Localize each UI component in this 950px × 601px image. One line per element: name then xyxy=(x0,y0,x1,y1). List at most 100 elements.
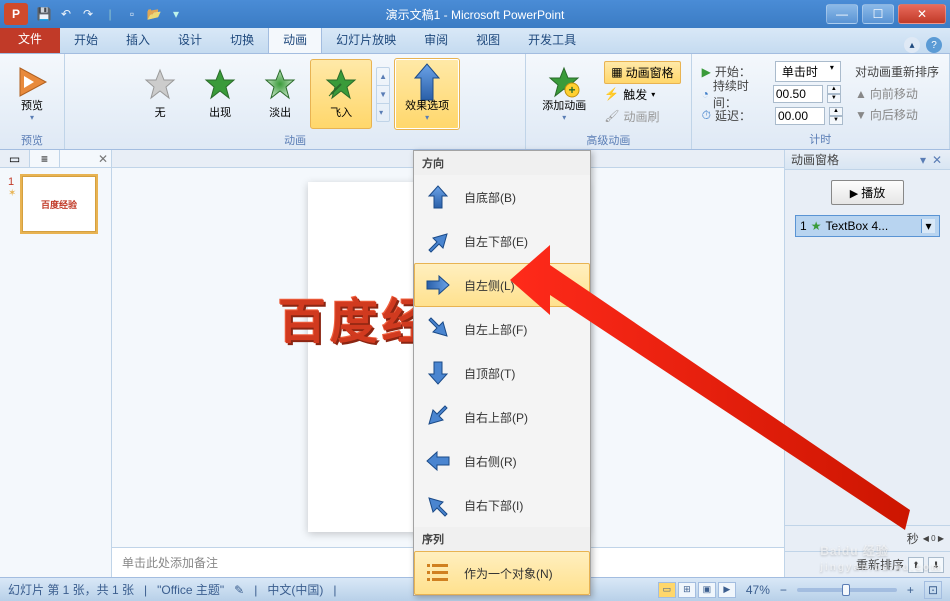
pane-close-icon[interactable]: ✕ xyxy=(930,153,944,167)
dd-from-right[interactable]: 自右侧(R) xyxy=(414,439,590,483)
painter-button: 🖌动画刷 xyxy=(604,106,680,126)
animation-pane-button[interactable]: ▦动画窗格 xyxy=(604,61,680,84)
timeline-scroll[interactable]: ◀ 0 ▶ xyxy=(923,534,944,543)
item-menu-icon[interactable]: ▾ xyxy=(921,219,935,233)
arrow-upleft-icon xyxy=(424,491,452,519)
outline-tab[interactable]: ≡ xyxy=(30,150,60,167)
anim-flyin[interactable]: 飞入 xyxy=(310,59,372,129)
down-icon: ▼ xyxy=(855,108,867,122)
group-label: 计时 xyxy=(698,129,943,147)
qat-sep: | xyxy=(102,6,118,22)
dd-label: 自顶部(T) xyxy=(464,365,515,382)
normal-view-icon[interactable]: ▭ xyxy=(658,582,676,598)
sorter-view-icon[interactable]: ⊞ xyxy=(678,582,696,598)
dd-from-top-left[interactable]: 自左上部(F) xyxy=(414,307,590,351)
anim-fade[interactable]: 淡出 xyxy=(250,59,310,129)
tab-home[interactable]: 开始 xyxy=(60,26,112,53)
minimize-ribbon-icon[interactable]: ▴ xyxy=(904,37,920,53)
caret-icon: ▾ xyxy=(425,113,429,122)
dd-label: 作为一个对象(N) xyxy=(464,565,553,582)
start-value: 单击时 xyxy=(782,63,818,80)
anim-appear[interactable]: 出现 xyxy=(190,59,250,129)
up-icon: ▲ xyxy=(855,87,867,101)
dd-from-top[interactable]: 自顶部(T) xyxy=(414,351,590,395)
tab-animations[interactable]: 动画 xyxy=(268,25,322,53)
tab-file[interactable]: 文件 xyxy=(0,24,60,53)
star-flyin-icon xyxy=(325,68,357,100)
tab-developer[interactable]: 开发工具 xyxy=(514,26,590,53)
dd-from-bottom-right[interactable]: 自右下部(I) xyxy=(414,483,590,527)
reorder-up-icon[interactable]: ⬆ xyxy=(908,557,924,573)
slides-tab[interactable]: ▭ xyxy=(0,150,30,167)
arrow-right-icon xyxy=(424,271,452,299)
duration-spinner[interactable]: ▲▼ xyxy=(827,85,841,103)
group-label: 高级动画 xyxy=(532,130,684,148)
spellcheck-icon[interactable]: ✎ xyxy=(234,583,244,597)
open-icon[interactable]: 📂 xyxy=(146,6,162,22)
qat-more-icon[interactable]: ▾ xyxy=(168,6,184,22)
effect-options-button[interactable]: 效果选项 ▾ xyxy=(394,58,460,130)
zoom-value[interactable]: 47% xyxy=(746,583,770,597)
gallery-scroll: ▲ ▼ ▾ xyxy=(376,67,390,122)
zoom-in-icon[interactable]: + xyxy=(907,583,914,597)
add-animation-button[interactable]: + 添加动画 ▾ xyxy=(532,58,596,130)
zoom-slider[interactable] xyxy=(797,588,897,592)
dd-as-one-object[interactable]: 作为一个对象(N) xyxy=(414,551,590,595)
delay-input[interactable] xyxy=(775,107,825,125)
item-star-icon: ★ xyxy=(811,219,822,233)
fit-icon[interactable]: ⊡ xyxy=(924,581,942,599)
window-controls: — ☐ ✕ xyxy=(826,4,950,24)
maximize-button[interactable]: ☐ xyxy=(862,4,894,24)
slide-thumbnail[interactable]: 百度经验 xyxy=(22,176,96,232)
reorder-panel: 对动画重新排序 ▲向前移动 ▼向后移动 xyxy=(851,61,943,126)
panel-close-icon[interactable]: ✕ xyxy=(95,150,111,167)
zoom-out-icon[interactable]: − xyxy=(780,583,787,597)
slideshow-view-icon[interactable]: ▶ xyxy=(718,582,736,598)
dd-from-top-right[interactable]: 自右上部(P) xyxy=(414,395,590,439)
animation-pane: 动画窗格 ▾ ✕ ▶ 播放 1 ★ TextBox 4... ▾ 秒 ◀ 0 ▶… xyxy=(784,150,950,577)
reorder-down-icon[interactable]: ⬇ xyxy=(928,557,944,573)
preview-button[interactable]: 预览 ▾ xyxy=(6,58,58,130)
arrow-upright-icon xyxy=(424,227,452,255)
app-icon[interactable]: P xyxy=(4,3,28,25)
save-icon[interactable]: 💾 xyxy=(36,6,52,22)
tab-design[interactable]: 设计 xyxy=(164,26,216,53)
redo-icon[interactable]: ↷ xyxy=(80,6,96,22)
start-select[interactable]: 单击时▾ xyxy=(775,61,841,82)
undo-icon[interactable]: ↶ xyxy=(58,6,74,22)
anim-none[interactable]: 无 xyxy=(130,59,190,129)
play-button[interactable]: ▶ 播放 xyxy=(831,180,905,205)
status-lang[interactable]: 中文(中国) xyxy=(267,581,323,598)
reading-view-icon[interactable]: ▣ xyxy=(698,582,716,598)
duration-input[interactable] xyxy=(773,85,823,103)
anim-indicator-icon: ✶ xyxy=(8,188,18,199)
dd-from-left[interactable]: 自左侧(L) xyxy=(414,263,590,307)
anim-list-item[interactable]: 1 ★ TextBox 4... ▾ xyxy=(795,215,940,237)
anim-pane-footer: 秒 ◀ 0 ▶ xyxy=(785,525,950,551)
close-button[interactable]: ✕ xyxy=(898,4,946,24)
star-appear-icon xyxy=(204,68,236,100)
dd-from-bottom[interactable]: 自底部(B) xyxy=(414,175,590,219)
dd-from-bottom-left[interactable]: 自左下部(E) xyxy=(414,219,590,263)
tab-transitions[interactable]: 切换 xyxy=(216,26,268,53)
gallery-down-icon[interactable]: ▼ xyxy=(377,85,389,103)
tab-review[interactable]: 审阅 xyxy=(410,26,462,53)
status-theme: "Office 主题" xyxy=(157,581,224,598)
new-icon[interactable]: ▫ xyxy=(124,6,140,22)
trigger-button[interactable]: ⚡触发 ▾ xyxy=(604,84,680,104)
gallery-up-icon[interactable]: ▲ xyxy=(377,68,389,85)
pane-icon: ▦ xyxy=(611,65,622,79)
minimize-button[interactable]: — xyxy=(826,4,858,24)
tab-slideshow[interactable]: 幻灯片放映 xyxy=(322,26,410,53)
tab-view[interactable]: 视图 xyxy=(462,26,514,53)
pane-dropdown-icon[interactable]: ▾ xyxy=(916,153,930,167)
delay-spinner[interactable]: ▲▼ xyxy=(829,107,843,125)
window-title: 演示文稿1 - Microsoft PowerPoint xyxy=(386,6,565,23)
help-icon[interactable]: ? xyxy=(926,37,942,53)
move-backward-button: ▼向后移动 xyxy=(855,105,939,124)
dd-label: 自右上部(P) xyxy=(464,409,528,426)
group-animations: 无 出现 淡出 飞入 ▲ ▼ ▾ 效 xyxy=(65,54,526,149)
tab-insert[interactable]: 插入 xyxy=(112,26,164,53)
title-bar: P 💾 ↶ ↷ | ▫ 📂 ▾ 演示文稿1 - Microsoft PowerP… xyxy=(0,0,950,28)
gallery-more-icon[interactable]: ▾ xyxy=(377,103,389,121)
